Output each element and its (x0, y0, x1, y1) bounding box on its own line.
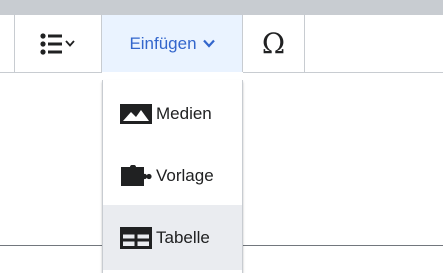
menu-item-label: Tabelle (156, 227, 210, 247)
omega-icon: Ω (261, 26, 286, 60)
list-dropdown-button[interactable] (15, 15, 102, 72)
table-icon (120, 226, 156, 250)
special-character-button[interactable]: Ω (243, 15, 305, 72)
menu-item-template[interactable]: Vorlage (103, 143, 242, 208)
menu-item-label: Vorlage (156, 165, 214, 185)
toolbar-bottom-border-right (243, 72, 443, 73)
editor-toolbar: Einfügen Ω (0, 15, 443, 72)
toolbar-bottom-border (0, 72, 102, 73)
chevron-down-icon (202, 39, 215, 48)
image-icon (120, 102, 156, 126)
top-frame-bar (0, 0, 443, 15)
menu-item-label: Medien (156, 103, 212, 123)
puzzle-icon (120, 164, 156, 188)
bulleted-list-icon (40, 32, 75, 55)
insert-button-label: Einfügen (129, 33, 197, 53)
insert-dropdown-button[interactable]: Einfügen (102, 15, 243, 72)
menu-item-table[interactable]: Tabelle (103, 205, 242, 270)
menu-item-media[interactable]: Medien (103, 81, 242, 146)
insert-dropdown-menu: Medien Vorlage Tabelle (102, 80, 243, 273)
